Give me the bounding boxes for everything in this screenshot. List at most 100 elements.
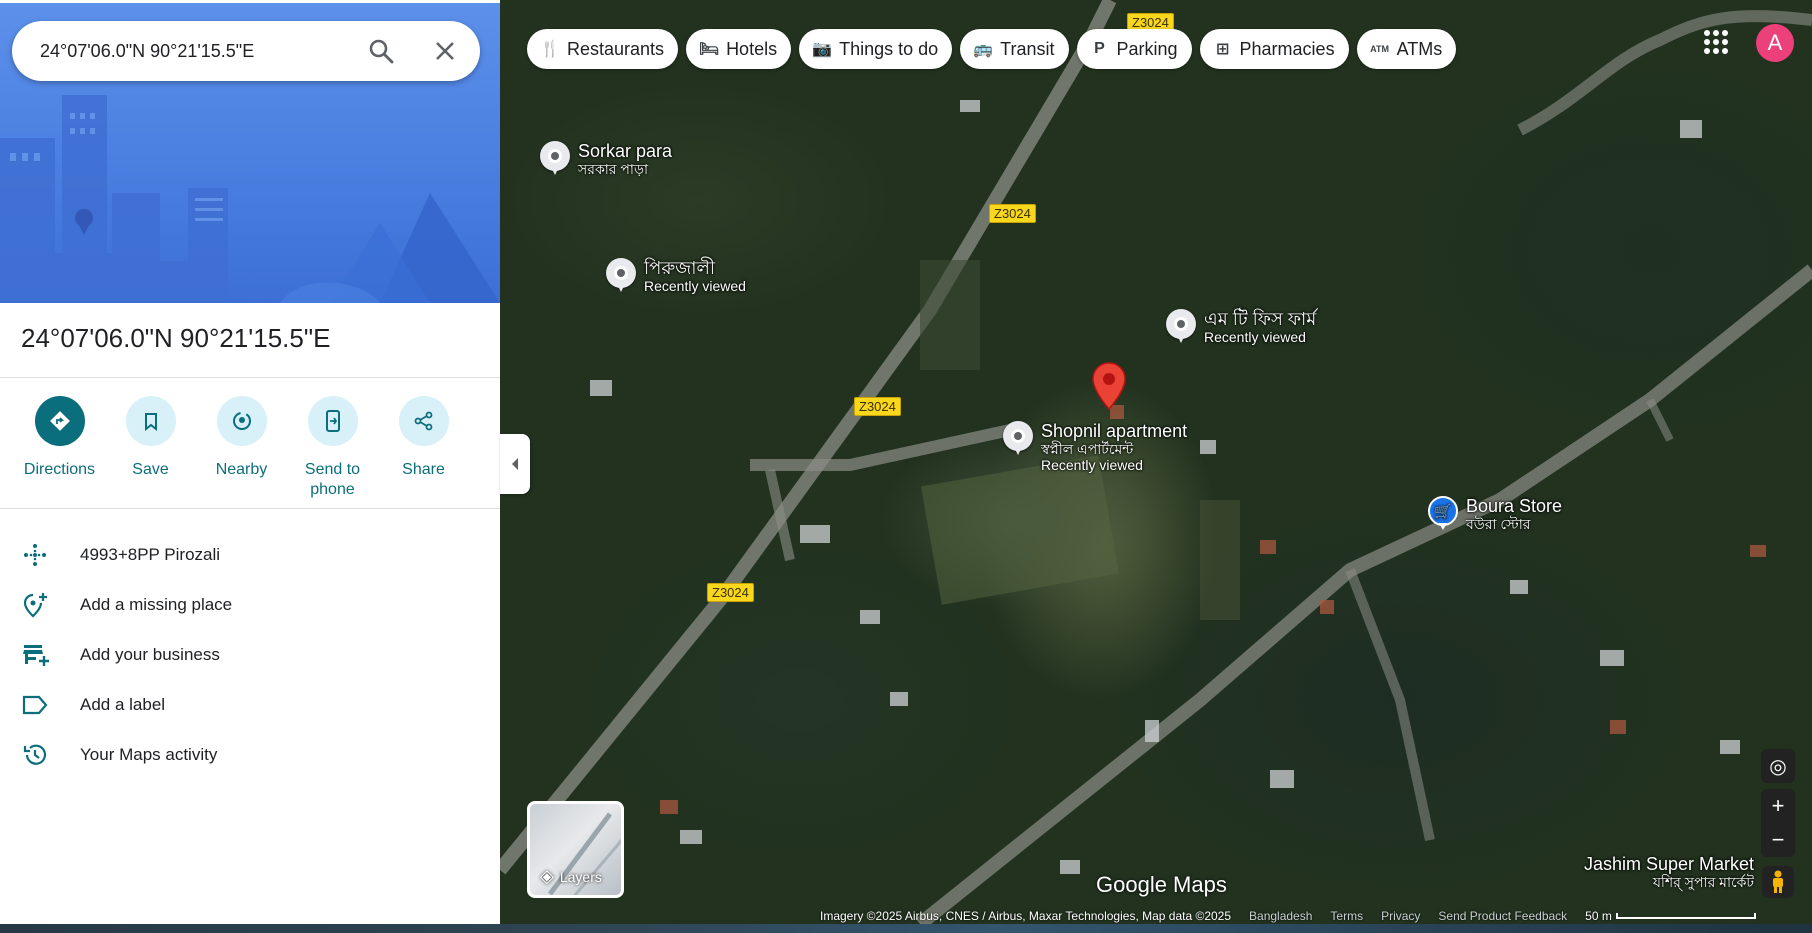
chip-label: Restaurants: [567, 38, 665, 59]
zoom-out-button[interactable]: −: [1761, 823, 1795, 857]
place-subtitle: Recently viewed: [1041, 457, 1143, 473]
row-label: 4993+8PP Pirozali: [80, 545, 221, 564]
add-place-icon: [23, 593, 47, 618]
chip-restaurants[interactable]: 🍴 Restaurants: [527, 29, 679, 69]
account-avatar[interactable]: A: [1756, 24, 1794, 62]
feedback-link[interactable]: Send Product Feedback: [1438, 909, 1567, 923]
action-label: Save: [132, 461, 169, 478]
bookmark-icon: [144, 413, 157, 431]
label-icon: [22, 695, 48, 715]
plus-code-row[interactable]: 4993+8PP Pirozali: [0, 530, 500, 580]
place-title: 24°07'06.0"N 90°21'15.5"E: [21, 323, 331, 353]
search-input[interactable]: [40, 40, 360, 62]
action-label: Nearby: [215, 461, 268, 478]
scale-bar[interactable]: 50 m: [1585, 909, 1756, 923]
row-label: Your Maps activity: [80, 745, 218, 764]
road-label: Z3024: [854, 397, 901, 416]
place-pin-icon: [1003, 421, 1033, 457]
add-label-row[interactable]: Add a label: [0, 680, 500, 730]
divider: [0, 508, 500, 509]
search-icon: [369, 39, 394, 64]
zoom-in-button[interactable]: +: [1761, 789, 1795, 823]
chip-hotels[interactable]: 🛏 Hotels: [686, 29, 792, 69]
taskbar-strip: [0, 924, 1812, 933]
send-to-phone-button[interactable]: Send to phone: [287, 396, 378, 500]
place-marker[interactable]: পিরুজালী Recently viewed: [606, 258, 746, 294]
add-missing-place-row[interactable]: Add a missing place: [0, 580, 500, 630]
chip-transit[interactable]: 🚌 Transit: [960, 29, 1069, 69]
place-subtitle: বউরা স্টোর: [1466, 516, 1531, 532]
action-buttons: Directions Save Nearby Send to phone Sha…: [14, 396, 469, 500]
chip-label: Parking: [1116, 38, 1178, 59]
row-label: Add your business: [80, 645, 220, 664]
place-name: এম টি ফিস ফার্ম: [1204, 309, 1317, 329]
place-marker[interactable]: 🛒 Boura Store বউরা স্টোর: [1428, 496, 1562, 532]
layers-button[interactable]: ◈ Layers: [527, 801, 624, 898]
map-attribution: Imagery ©2025 Airbus, CNES / Airbus, Max…: [820, 907, 1756, 925]
privacy-link[interactable]: Privacy: [1381, 909, 1420, 923]
history-icon: [23, 744, 47, 765]
directions-icon: [49, 411, 70, 431]
imagery-credit: Imagery ©2025 Airbus, CNES / Airbus, Max…: [820, 909, 1232, 923]
satellite-map[interactable]: Z3024 Z3024 Z3024 Z3024 Sorkar para সরকার…: [500, 0, 1812, 924]
save-button[interactable]: Save: [105, 396, 196, 500]
place-marker[interactable]: Jashim Super Market যশির্ সুপার মার্কেট: [1584, 854, 1754, 890]
add-business-icon: [23, 645, 49, 666]
place-marker[interactable]: এম টি ফিস ফার্ম Recently viewed: [1166, 309, 1316, 345]
directions-button[interactable]: Directions: [14, 396, 105, 500]
place-marker[interactable]: Shopnil apartment স্বপ্নীল এপার্টমেন্ট Rec…: [1003, 421, 1187, 473]
country-link[interactable]: Bangladesh: [1249, 909, 1312, 923]
place-marker[interactable]: Sorkar para সরকার পাড়া: [540, 141, 672, 177]
place-pin-icon: [606, 258, 636, 294]
scale-label: 50 m: [1585, 909, 1612, 923]
chip-label: Transit: [1000, 38, 1055, 59]
maps-activity-row[interactable]: Your Maps activity: [0, 730, 500, 780]
row-label: Add a label: [80, 695, 166, 714]
action-label: Share: [402, 461, 445, 478]
clear-search-button[interactable]: [430, 36, 460, 66]
bus-icon: 🚌: [973, 41, 994, 58]
divider: [0, 377, 500, 378]
search-button[interactable]: [366, 36, 396, 66]
chip-label: Pharmacies: [1239, 38, 1335, 59]
chip-parking[interactable]: P Parking: [1076, 29, 1192, 69]
place-subtitle: সরকার পাড়া: [578, 161, 649, 177]
chip-pharmacies[interactable]: ⊞ Pharmacies: [1199, 29, 1349, 69]
action-label: Directions: [23, 461, 96, 478]
row-label: Add a missing place: [80, 595, 233, 614]
pharmacy-icon: ⊞: [1215, 41, 1230, 58]
search-box[interactable]: [12, 21, 480, 81]
zoom-controls: + −: [1761, 789, 1795, 857]
layers-label: Layers: [559, 868, 602, 885]
place-name: Jashim Super Market: [1584, 854, 1755, 874]
terms-link[interactable]: Terms: [1330, 909, 1363, 923]
google-apps-button[interactable]: [1700, 26, 1732, 58]
chip-label: Hotels: [726, 38, 778, 59]
street-view-pegman-icon[interactable]: [1762, 866, 1794, 898]
action-label: Send to phone: [304, 461, 361, 498]
place-name: পিরুজালী: [644, 258, 716, 278]
collapse-panel-button[interactable]: [500, 434, 530, 494]
place-name: Shopnil apartment: [1041, 421, 1188, 441]
side-panel: 24°07'06.0"N 90°21'15.5"E Directions Sav…: [0, 0, 500, 924]
google-maps-logo: Google Maps: [1096, 872, 1227, 897]
add-business-row[interactable]: Add your business: [0, 630, 500, 680]
share-button[interactable]: Share: [378, 396, 469, 500]
nearby-button[interactable]: Nearby: [196, 396, 287, 500]
send-to-phone-icon: [325, 410, 340, 432]
chip-things-to-do[interactable]: 📷 Things to do: [799, 29, 953, 69]
place-subtitle: যশির্ সুপার মার্কেট: [1652, 874, 1755, 890]
shopping-cart-icon: 🛒: [1428, 496, 1458, 530]
atm-icon: ATM: [1370, 44, 1389, 54]
chip-label: ATMs: [1396, 38, 1443, 59]
chip-atms[interactable]: ATM ATMs: [1356, 29, 1457, 69]
hero-illustration: [0, 3, 500, 303]
my-location-button[interactable]: ◎: [1761, 749, 1795, 783]
place-subtitle: স্বপ্নীল এপার্টমেন্ট: [1041, 441, 1134, 457]
selected-location-pin-icon: [1092, 362, 1126, 410]
place-subtitle: Recently viewed: [1204, 329, 1306, 345]
place-subtitle: Recently viewed: [644, 278, 746, 294]
place-name: Boura Store: [1466, 496, 1563, 516]
crosshair-icon: ◎: [1769, 755, 1787, 778]
scale-ruler: [1615, 913, 1756, 919]
